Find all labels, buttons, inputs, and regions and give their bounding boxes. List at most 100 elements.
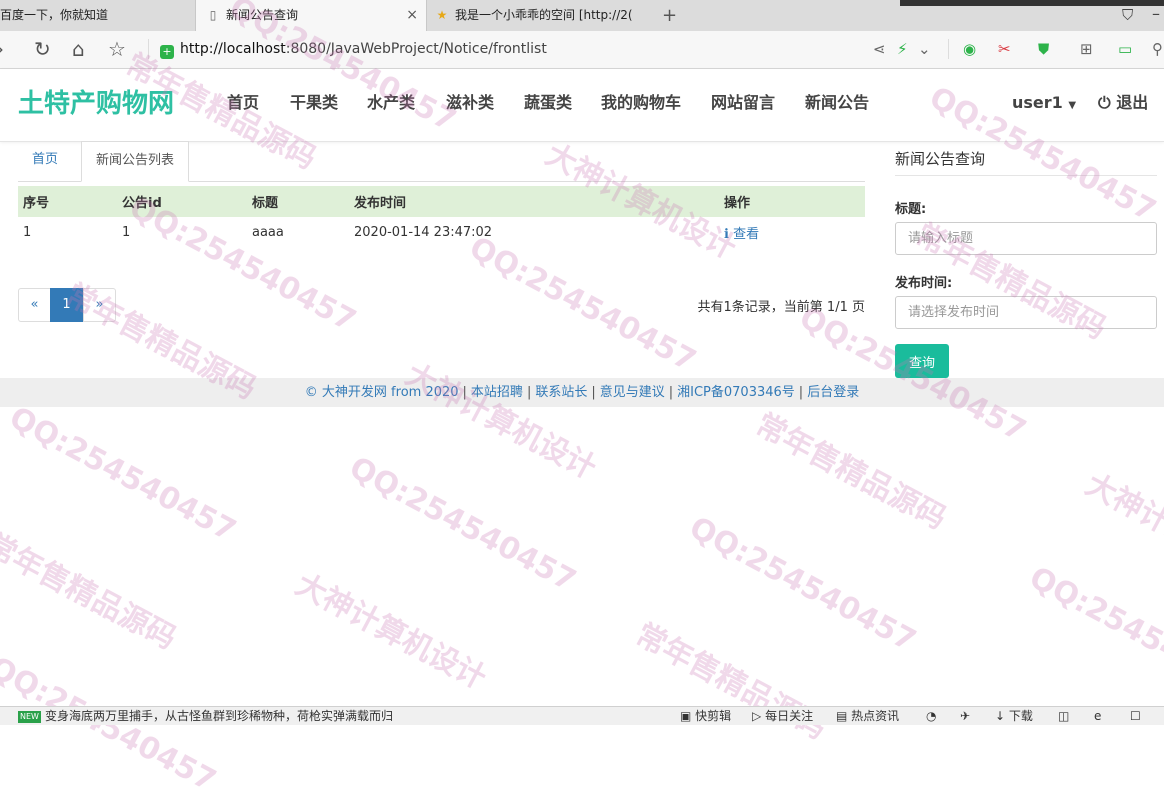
- url-host: http://localhost: [180, 41, 286, 57]
- shield-icon: +: [160, 45, 174, 59]
- page-icon: ▯: [209, 8, 217, 22]
- nav-cart[interactable]: 我的购物车: [601, 92, 681, 114]
- cell-action: ℹ 查看: [719, 217, 865, 248]
- footer-copyright[interactable]: © 大神开发网 from 2020: [305, 385, 459, 400]
- caret-down-icon: ▼: [1068, 100, 1077, 111]
- nav-notice[interactable]: 新闻公告: [805, 92, 869, 114]
- scissors-icon[interactable]: ✂: [998, 40, 1011, 58]
- footer-admin-login[interactable]: 后台登录: [807, 385, 859, 400]
- time-search-input[interactable]: [895, 296, 1157, 329]
- title-label: 标题:: [895, 202, 927, 217]
- col-title: 标题: [247, 186, 349, 217]
- browser-toolbar: › ↻ ⌂ ☆ + http://localhost:8080/JavaWebPr…: [0, 31, 1164, 69]
- col-time: 发布时间: [349, 186, 719, 217]
- browser-tab-baidu[interactable]: 百度一下，你就知道: [0, 0, 195, 31]
- table-row: 1 1 aaaa 2020-01-14 23:47:02 ℹ 查看: [18, 217, 865, 248]
- home-icon[interactable]: ⌂: [72, 37, 85, 61]
- watermark: QQ:254540457: [683, 510, 922, 659]
- sidebar-title: 新闻公告查询: [895, 150, 986, 168]
- share-icon[interactable]: ⋖: [873, 40, 886, 58]
- page-1-button[interactable]: 1: [50, 288, 83, 322]
- page-info: 共有1条记录，当前第 1/1 页: [697, 300, 865, 315]
- separator: |: [668, 385, 674, 400]
- query-button[interactable]: 查询: [895, 344, 949, 378]
- chat-icon[interactable]: ◉: [963, 40, 976, 58]
- watermark: QQ:254540457: [3, 400, 242, 549]
- minimize-icon[interactable]: –: [1152, 4, 1160, 23]
- nav-tonic[interactable]: 滋补类: [446, 92, 494, 114]
- url-path: :8080/JavaWebProject/Notice/frontlist: [285, 41, 547, 57]
- extension-icon[interactable]: ⚲: [1152, 40, 1163, 58]
- tab-label: 百度一下，你就知道: [0, 8, 109, 22]
- apps-icon[interactable]: ⊞: [1080, 40, 1093, 58]
- lightning-icon[interactable]: ⚡: [897, 40, 908, 58]
- forward-icon[interactable]: ›: [0, 37, 4, 61]
- notice-table: 序号 公告id 标题 发布时间 操作 1 1 aaaa 2020-01-14 2…: [18, 186, 865, 248]
- new-badge: NEW: [18, 711, 41, 723]
- battery-icon[interactable]: ▭: [1118, 40, 1132, 58]
- table-header-row: 序号 公告id 标题 发布时间 操作: [18, 186, 865, 217]
- browser-tab-notice[interactable]: ▯ 新闻公告查询 ×: [195, 0, 427, 31]
- nav-home[interactable]: 首页: [227, 92, 259, 114]
- watermark: 常年售精品源码: [749, 407, 952, 537]
- breadcrumb-current: 新闻公告列表: [81, 141, 190, 182]
- news-icon: ▤: [836, 709, 848, 723]
- divider: [148, 39, 149, 59]
- play-icon: ▷: [752, 709, 762, 723]
- watermark: QQ:254540457: [1023, 560, 1164, 709]
- ie-icon[interactable]: e: [1094, 707, 1101, 725]
- star-icon[interactable]: ☆: [108, 37, 126, 61]
- footer-jobs[interactable]: 本站招聘: [471, 385, 523, 400]
- time-label: 发布时间:: [895, 276, 953, 291]
- shield-yen-icon[interactable]: ⛊: [1038, 40, 1049, 58]
- footer-contact[interactable]: 联系站长: [535, 385, 587, 400]
- page-next-button[interactable]: »: [83, 288, 116, 322]
- col-id: 公告id: [117, 186, 247, 217]
- nav-dried-fruit[interactable]: 干果类: [290, 92, 338, 114]
- breadcrumb-home[interactable]: 首页: [18, 141, 72, 181]
- hot-news-button[interactable]: ▤ 热点资讯: [836, 707, 899, 725]
- logout-label: 退出: [1116, 93, 1149, 112]
- browser-tab-space[interactable]: ★ 我是一个小乖乖的空间 [http://2(: [429, 0, 659, 31]
- download-label: 下载: [1008, 709, 1033, 723]
- new-tab-button[interactable]: +: [662, 0, 686, 31]
- site-brand[interactable]: 土特产购物网: [18, 87, 174, 121]
- view-link[interactable]: ℹ 查看: [724, 227, 759, 242]
- separator: |: [591, 385, 596, 400]
- view-label: 查看: [733, 227, 760, 242]
- clip-button[interactable]: ▣ 快剪辑: [680, 707, 731, 725]
- clip-label: 快剪辑: [695, 709, 732, 723]
- watermark: 大神计算机设计: [399, 357, 602, 487]
- download-button[interactable]: ↓ 下载: [995, 707, 1033, 725]
- news-ticker[interactable]: 变身海底两万里捕手，从古怪鱼群到珍稀物种，荷枪实弹满载而归: [45, 709, 393, 723]
- chevron-down-icon[interactable]: ⌄: [918, 40, 931, 58]
- col-index: 序号: [18, 186, 117, 217]
- logout-button[interactable]: ⏻ 退出: [1098, 92, 1148, 114]
- user-menu[interactable]: user1 ▼: [1012, 92, 1076, 117]
- address-bar[interactable]: + http://localhost:8080/JavaWebProject/No…: [160, 37, 860, 61]
- window-icon[interactable]: ☐: [1130, 707, 1141, 725]
- browser-status-bar: NEW 变身海底两万里捕手，从古怪鱼群到珍稀物种，荷枪实弹满载而归 ▣ 快剪辑 ▷…: [0, 706, 1164, 725]
- page-prev-button[interactable]: «: [18, 288, 51, 322]
- nav-aquatic[interactable]: 水产类: [367, 92, 415, 114]
- sound-icon[interactable]: ◫: [1058, 707, 1069, 725]
- info-icon: ℹ: [724, 227, 729, 242]
- cell-time: 2020-01-14 23:47:02: [354, 225, 493, 240]
- shirt-icon[interactable]: ⛉: [1122, 6, 1133, 24]
- footer-feedback[interactable]: 意见与建议: [600, 385, 665, 400]
- pin-icon[interactable]: ✈: [960, 707, 970, 725]
- footer-icp[interactable]: 湘ICP备0703346号: [677, 385, 795, 400]
- hot-news-label: 热点资讯: [851, 709, 900, 723]
- watermark: 常年售精品源码: [0, 527, 182, 657]
- daily-focus-button[interactable]: ▷ 每日关注: [752, 707, 813, 725]
- title-search-input[interactable]: [895, 222, 1157, 255]
- nav-vegetable-egg[interactable]: 蔬蛋类: [524, 92, 572, 114]
- separator: |: [462, 385, 467, 400]
- close-icon[interactable]: ×: [406, 0, 418, 31]
- user-name: user1: [1012, 93, 1063, 112]
- tab-label: 新闻公告查询: [226, 8, 299, 22]
- nav-message[interactable]: 网站留言: [711, 92, 775, 114]
- site-footer: © 大神开发网 from 2020 | 本站招聘 | 联系站长 | 意见与建议 | 湘ICP备0…: [0, 378, 1164, 407]
- speed-icon[interactable]: ◔: [926, 707, 936, 725]
- reload-icon[interactable]: ↻: [34, 37, 51, 61]
